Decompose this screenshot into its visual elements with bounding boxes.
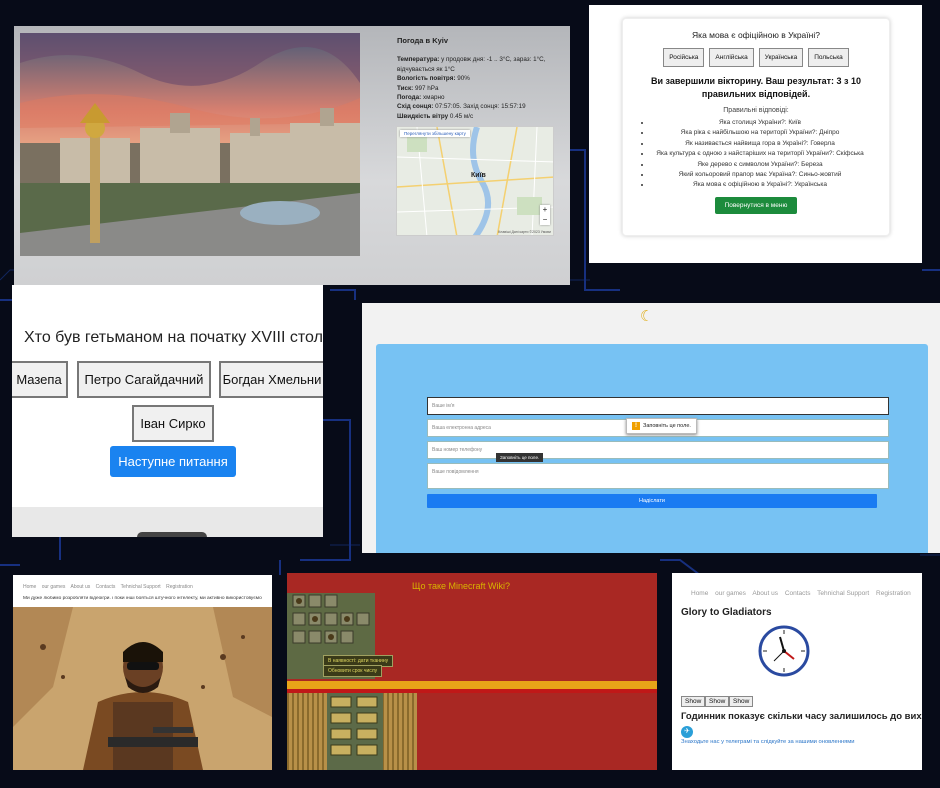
nav-our-games[interactable]: our games [42,584,66,590]
nav-our-games[interactable]: our games [715,590,746,597]
list-item: Яка культура є одною з найстаріших на те… [651,149,889,159]
map-city-label: Київ [471,172,486,179]
list-item: Який кольоровий прапор має Україна?: Син… [651,170,889,180]
weather-panel: Погода в Kyiv Температура: у продовж дня… [14,26,570,285]
show-button[interactable]: Show [681,696,706,707]
page-title: Glory to Gladiators [681,607,772,618]
list-item: Яке дерево є символом України?: Береза [651,160,889,170]
quiz-options: Російська Англійська Українська Польська [623,48,889,67]
contact-form-panel: ☾ Ваше ім'я Ваша електронна адреса Ваш н… [362,303,940,553]
weather-line: Тиск: 997 hPa [397,84,439,92]
hetman-quiz-panel: Хто був гетьманом на початку XVIII столі… [12,285,323,537]
map-zoom-controls[interactable]: + − [540,205,550,225]
name-field[interactable]: Ваше ім'я [427,397,889,415]
hetman-question: Хто був гетьманом на початку XVIII столі… [24,329,323,346]
nav-home[interactable]: Home [691,590,708,597]
nav-tech-support[interactable]: Tehnichal Support [817,590,869,597]
option-button[interactable]: Англійська [709,48,754,67]
soldier-artwork [13,607,272,770]
nav-registration[interactable]: Registration [166,584,193,590]
contact-form: Ваше ім'я Ваша електронна адреса Ваш ном… [376,344,928,553]
map-footer: Клавіші Дані карти ©2023 Умови [498,230,551,234]
nav-about-us[interactable]: About us [752,590,778,597]
crafting-slots[interactable] [327,693,383,770]
quiz-card: Яка мова є офіційною в Україні? Російськ… [622,18,890,236]
gladiators-panel: Home our games About us Contacts Tehnich… [672,573,922,770]
nav-contacts[interactable]: Contacts [785,590,811,597]
weather-line: Температура: у продовж дня: -1 .. 3°C, з… [397,56,546,64]
warning-icon: ! [632,422,640,430]
weather-line: Погода: хмарно [397,94,445,102]
weather-line: відчувається як 1°C [397,65,455,73]
top-nav: Home our games About us Contacts Tehnich… [13,575,272,596]
list-item: Яка столиця України?: Київ [651,118,889,128]
nav-about-us[interactable]: About us [70,584,90,590]
zoom-out-button[interactable]: − [540,215,550,225]
telegram-link[interactable]: Знаходьте нас у телеграмі та слідкуйте з… [681,739,855,745]
top-nav: Home our games About us Contacts Tehnich… [691,590,916,597]
quiz-result-panel: Яка мова є офіційною в Україні? Російськ… [589,5,922,263]
list-item: Як називається найвища гора в Україні?: … [651,139,889,149]
soldier-game-panel: Home our games About us Contacts Tehnich… [13,575,272,770]
next-question-button[interactable]: Наступне питання [110,446,236,477]
small-tooltip: Заповніть це поле. [496,453,544,462]
telegram-icon[interactable]: ✈ [681,726,693,738]
option-button-mazepa[interactable]: Мазепа [12,361,68,398]
scroll-pill [137,532,207,537]
option-button[interactable]: Польська [808,48,849,67]
show-button[interactable]: Show [705,696,730,707]
enlarge-map-link[interactable]: Переглянути збільшену карту [400,130,470,137]
option-button-sirko[interactable]: Іван Сирко [132,405,214,442]
show-button[interactable]: Show [729,696,754,707]
list-item: Яка мова є офіційною в Україні?: Українс… [651,180,889,190]
message-field[interactable]: Ваше повідомлення [427,463,889,489]
clock-icon [758,625,810,677]
craft-game-panel: Що таке Minecraft Wiki? В наявності: дат… [287,573,657,770]
yellow-divider [287,681,657,689]
weather-title: Погода в Kyiv [397,36,449,45]
option-button[interactable]: Російська [663,48,705,67]
correct-answers-list: Яка столиця України?: Київ Яка ріка є на… [651,118,889,191]
nav-contacts[interactable]: Contacts [96,584,116,590]
item-tooltip-secondary: Обновити срок числу [323,665,383,677]
weather-info: Погода в Kyiv Температура: у продовж дня… [397,36,567,121]
submit-button[interactable]: Надіслати [427,494,877,508]
weather-line: Швидкість вітру 0.45 м/с [397,112,474,120]
option-button[interactable]: Українська [758,48,804,67]
weather-line: Схід сонця: 07:57:05. Захід сонця: 15:57… [397,103,526,111]
nav-registration[interactable]: Registration [876,590,911,597]
nav-home[interactable]: Home [23,584,36,590]
option-button-khmelnytsky[interactable]: Богдан Хмельни [219,361,323,398]
zoom-in-button[interactable]: + [540,205,550,215]
nav-tech-support[interactable]: Tehnichal Support [121,584,161,590]
quiz-result-text: Ви завершили вікторину. Ваш результат: 3… [650,76,861,99]
required-tooltip: ! Заповніть це поле. [626,418,697,434]
quiz-question: Яка мова є офіційною в Україні? [692,30,820,40]
option-button-sahaidachny[interactable]: Петро Сагайдачний [77,361,211,398]
weather-line: Вологість повітря: 90% [397,75,470,83]
intro-text: Ми дуже любимо розробляти відеоігри. і п… [13,596,272,607]
back-to-menu-button[interactable]: Повернутися в меню [714,196,798,214]
game-title: Що таке Minecraft Wiki? [412,581,511,591]
kyiv-map[interactable]: Переглянути збільшену карту Київ + − Кла… [396,126,554,236]
clock-description: Годинник показує скільки часу залишилось… [681,711,922,722]
kyiv-city-photo [20,33,360,256]
list-item: Яка ріка є найбільшою на території Украї… [651,128,889,138]
moon-icon[interactable]: ☾ [640,307,653,325]
correct-answers-title: Правильні відповіді: [723,107,789,114]
